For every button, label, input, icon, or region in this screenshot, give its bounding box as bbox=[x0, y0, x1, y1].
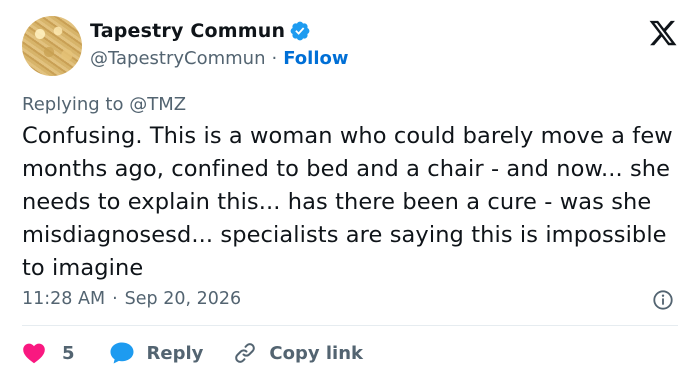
author-handle-row: @TapestryCommun · Follow bbox=[90, 48, 349, 69]
handle-separator: · bbox=[271, 48, 278, 69]
like-count: 5 bbox=[62, 342, 75, 364]
tweet-text: Confusing. This is a woman who could bar… bbox=[22, 123, 673, 281]
author-name-row: Tapestry Commun bbox=[90, 20, 311, 42]
copy-link-button[interactable]: Copy link bbox=[233, 341, 363, 365]
verified-badge-icon bbox=[290, 21, 310, 41]
replying-to: Replying to @TMZ bbox=[22, 94, 187, 115]
timestamp-separator: · bbox=[112, 289, 118, 309]
reply-bubble-icon bbox=[110, 342, 134, 364]
reply-button[interactable]: Reply bbox=[109, 341, 204, 365]
tweet-timestamp[interactable]: 11:28 AM · Sep 20, 2026 bbox=[22, 289, 241, 309]
action-bar: 5 Reply Copy link bbox=[22, 340, 363, 366]
author-handle[interactable]: @TapestryCommun bbox=[90, 48, 266, 69]
avatar[interactable] bbox=[22, 16, 82, 76]
link-icon bbox=[235, 343, 256, 363]
reply-label: Reply bbox=[146, 342, 204, 364]
tweet-date[interactable]: Sep 20, 2026 bbox=[125, 289, 241, 309]
x-logo-icon[interactable] bbox=[648, 18, 678, 48]
heart-icon bbox=[23, 343, 45, 364]
follow-button[interactable]: Follow bbox=[283, 48, 348, 69]
like-button[interactable]: 5 bbox=[22, 342, 75, 364]
copy-link-label: Copy link bbox=[269, 342, 363, 364]
divider bbox=[22, 325, 678, 326]
author-display-name[interactable]: Tapestry Commun bbox=[90, 20, 285, 42]
info-icon[interactable] bbox=[652, 289, 674, 311]
tweet-time[interactable]: 11:28 AM bbox=[22, 289, 105, 309]
